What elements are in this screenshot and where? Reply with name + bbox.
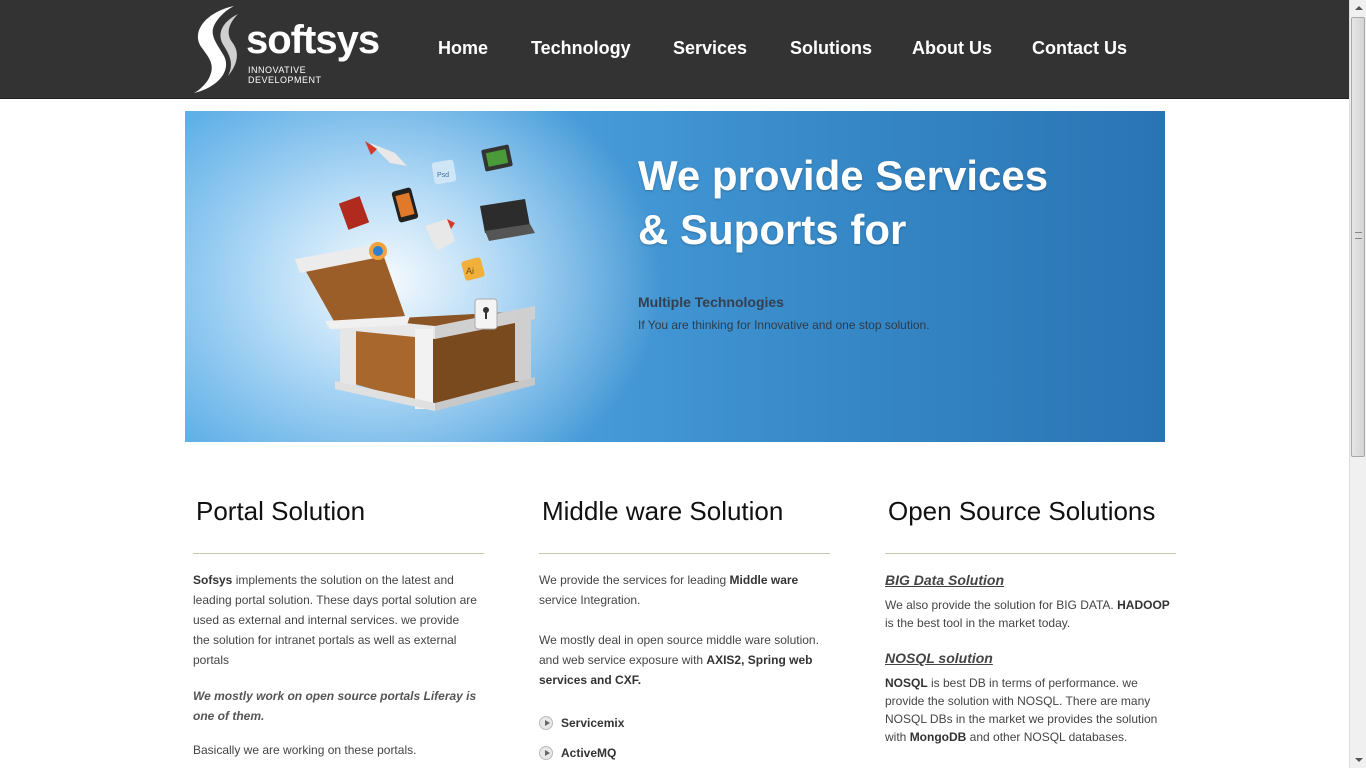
list-item-label: Servicemix — [561, 716, 625, 730]
header-bar: softsys INNOVATIVE DEVELOPMENT Home Tech… — [0, 0, 1349, 99]
middleware-intro-strong: Middle ware — [729, 573, 799, 587]
open-source-title: Open Source Solutions — [885, 496, 1176, 554]
arrow-bullet-icon — [539, 746, 553, 760]
scroll-down-arrow-icon[interactable] — [1350, 751, 1366, 768]
main-nav: Home Technology Services Solutions About… — [0, 38, 1349, 62]
portal-solution-column: Portal Solution Sofsys implements the so… — [193, 496, 484, 760]
scroll-up-arrow-icon[interactable] — [1350, 0, 1366, 17]
middleware-solution-title: Middle ware Solution — [539, 496, 830, 554]
banner-headline: We provide Services & Suports for — [638, 149, 1118, 257]
middleware-tech-list: Servicemix ActiveMQ — [539, 708, 830, 768]
svg-text:Psd: Psd — [437, 172, 449, 179]
nosql-text: NOSQL is best DB in terms of performance… — [885, 674, 1170, 746]
portal-liferay-note: We mostly work on open source portals Li… — [193, 689, 477, 723]
banner-headline-line1: We provide Services — [638, 152, 1049, 199]
big-data-text: We also provide the solution for BIG DAT… — [885, 596, 1170, 632]
big-data-strong: HADOOP — [1117, 598, 1170, 612]
list-item[interactable]: ActiveMQ — [539, 738, 830, 768]
nav-home[interactable]: Home — [438, 38, 488, 59]
open-source-column: Open Source Solutions BIG Data Solution … — [885, 496, 1176, 746]
portal-brand-name: Sofsys — [193, 573, 233, 587]
portal-solution-text: Sofsys implements the solution on the la… — [193, 570, 478, 670]
middleware-solution-column: Middle ware Solution We provide the serv… — [539, 496, 830, 768]
nav-solutions[interactable]: Solutions — [790, 38, 872, 59]
hero-banner: Psd Ai We provide Services & Suports for… — [185, 111, 1165, 442]
portal-list-intro: Basically we are working on these portal… — [193, 743, 417, 757]
big-data-b: is the best tool in the market today. — [885, 616, 1071, 630]
big-data-a: We also provide the solution for BIG DAT… — [885, 598, 1118, 612]
rocket-icon — [365, 141, 407, 166]
portal-solution-title: Portal Solution — [193, 496, 484, 554]
nav-technology[interactable]: Technology — [531, 38, 631, 59]
list-item-label: ActiveMQ — [561, 746, 617, 760]
arrow-bullet-icon — [539, 716, 553, 730]
banner-headline-line2: & Suports for — [638, 206, 907, 253]
nosql-strong: NOSQL — [885, 676, 928, 690]
big-data-link[interactable]: BIG Data Solution — [885, 572, 1176, 588]
banner-subtitle: Multiple Technologies — [638, 294, 784, 310]
vertical-scrollbar[interactable] — [1349, 0, 1366, 768]
svg-text:Ai: Ai — [466, 266, 474, 276]
middleware-deal-text: We mostly deal in open source middle war… — [539, 630, 824, 690]
nav-about-us[interactable]: About Us — [912, 38, 992, 59]
banner-description: If You are thinking for Innovative and o… — [638, 318, 930, 332]
middleware-intro-b: service Integration. — [539, 593, 641, 607]
portal-intro-text: implements the solution on the latest an… — [193, 573, 477, 667]
list-item[interactable]: Servicemix — [539, 708, 830, 738]
nosql-b: and other NOSQL databases. — [966, 730, 1128, 744]
nav-services[interactable]: Services — [673, 38, 747, 59]
middleware-intro-text: We provide the services for leading Midd… — [539, 570, 824, 610]
logo-tagline: INNOVATIVE DEVELOPMENT — [248, 65, 322, 85]
treasure-chest-illustration: Psd Ai — [295, 141, 535, 411]
middleware-intro-a: We provide the services for leading — [539, 573, 730, 587]
nav-contact-us[interactable]: Contact Us — [1032, 38, 1127, 59]
nosql-link[interactable]: NOSQL solution — [885, 650, 1176, 666]
scrollbar-thumb[interactable] — [1351, 17, 1365, 457]
mongodb-strong: MongoDB — [909, 730, 967, 744]
grip-icon — [1355, 232, 1362, 239]
